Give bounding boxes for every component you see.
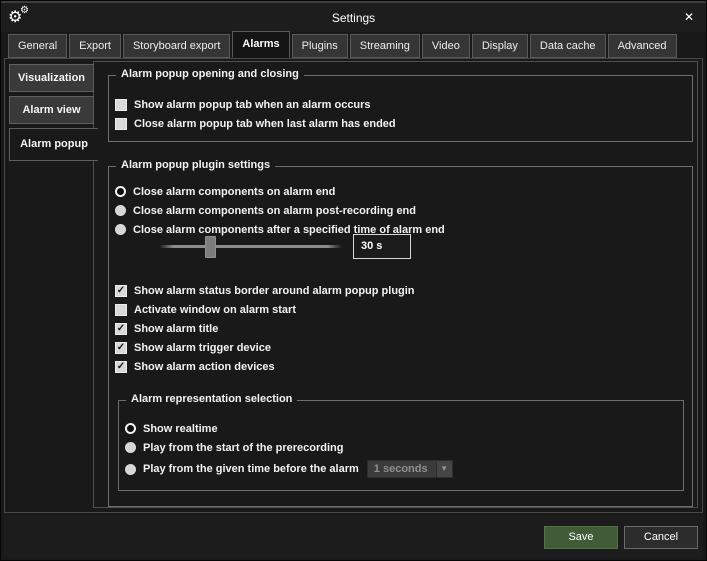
tab-alarms[interactable]: Alarms: [232, 31, 289, 58]
group-alarm-representation-selection: Alarm representation selection Show real…: [118, 400, 684, 491]
title-bar: ⚙ ⚙ Settings ✕: [1, 1, 706, 32]
tab-display[interactable]: Display: [472, 34, 528, 58]
close-icon[interactable]: ✕: [682, 10, 696, 24]
checkbox-label: Show alarm title: [134, 323, 218, 335]
checkbox-show-alarm-trigger-device[interactable]: ✓: [115, 342, 127, 354]
tab-storyboard-export[interactable]: Storyboard export: [123, 34, 230, 58]
checkbox-row: ✓ Show alarm status border around alarm …: [115, 284, 415, 297]
sidebar: Visualization Alarm view Alarm popup: [9, 64, 95, 165]
checkbox-label: Show alarm popup tab when an alarm occur…: [134, 99, 371, 111]
radio-row: Play from the given time before the alar…: [125, 460, 453, 478]
radio-label: Show realtime: [143, 423, 218, 435]
tab-plugins[interactable]: Plugins: [292, 34, 348, 58]
checkmark-icon: ✓: [116, 343, 126, 353]
chevron-down-icon[interactable]: ▼: [437, 460, 453, 478]
radio-close-on-alarm-end[interactable]: [115, 186, 126, 197]
checkbox-show-alarm-action-devices[interactable]: ✓: [115, 361, 127, 373]
radio-label: Close alarm components on alarm post-rec…: [133, 205, 416, 217]
checkmark-icon: ✓: [116, 324, 126, 334]
time-before-alarm-dropdown[interactable]: 1 seconds ▼: [367, 460, 453, 478]
checkbox-close-alarm-popup-tab[interactable]: ✓: [115, 118, 127, 130]
checkbox-row: ✓ Show alarm title: [115, 322, 415, 335]
checkbox-label: Show alarm trigger device: [134, 342, 271, 354]
dropdown-value: 1 seconds: [367, 460, 437, 478]
radio-row: Show realtime: [125, 422, 453, 435]
checkbox-show-alarm-title[interactable]: ✓: [115, 323, 127, 335]
tab-general[interactable]: General: [8, 34, 67, 58]
sidebar-item-alarm-popup[interactable]: Alarm popup: [9, 128, 98, 161]
cancel-button[interactable]: Cancel: [624, 526, 698, 549]
radio-close-on-post-recording-end[interactable]: [115, 205, 126, 216]
checkbox-row: ✓ Show alarm action devices: [115, 360, 415, 373]
alarms-page: Visualization Alarm view Alarm popup Ala…: [4, 58, 703, 513]
checkbox-list: ✓ Show alarm popup tab when an alarm occ…: [115, 98, 396, 136]
radio-label: Close alarm components on alarm end: [133, 186, 335, 198]
radio-list: Show realtime Play from the start of the…: [125, 422, 453, 484]
group-title: Alarm popup opening and closing: [116, 68, 304, 80]
checkbox-show-alarm-status-border[interactable]: ✓: [115, 285, 127, 297]
checkbox-show-alarm-popup-tab[interactable]: ✓: [115, 99, 127, 111]
window-title: Settings: [1, 11, 706, 25]
settings-window: ⚙ ⚙ Settings ✕ General Export Storyboard…: [0, 0, 707, 561]
checkbox-label: Activate window on alarm start: [134, 304, 296, 316]
checkbox-label: Show alarm action devices: [134, 361, 275, 373]
radio-play-from-given-time[interactable]: [125, 464, 136, 475]
save-button[interactable]: Save: [544, 526, 618, 549]
group-title: Alarm representation selection: [126, 393, 297, 405]
radio-play-from-prerecording-start[interactable]: [125, 442, 136, 453]
radio-row: Close alarm components on alarm end: [115, 185, 445, 198]
time-slider[interactable]: [159, 245, 342, 248]
alarm-popup-panel: Alarm popup opening and closing ✓ Show a…: [93, 61, 698, 508]
group-title: Alarm popup plugin settings: [116, 159, 275, 171]
time-value-input[interactable]: 30 s: [353, 234, 411, 259]
sidebar-item-alarm-view[interactable]: Alarm view: [9, 96, 94, 124]
group-alarm-popup-opening-closing: Alarm popup opening and closing ✓ Show a…: [108, 75, 693, 142]
sidebar-item-visualization[interactable]: Visualization: [9, 64, 94, 92]
checkbox-row: ✓ Show alarm trigger device: [115, 341, 415, 354]
tab-export[interactable]: Export: [69, 34, 121, 58]
checkbox-row: ✓ Close alarm popup tab when last alarm …: [115, 117, 396, 130]
slider-handle[interactable]: [205, 236, 216, 258]
radio-label: Play from the given time before the alar…: [143, 463, 359, 475]
time-slider-row: 30 s: [159, 233, 411, 259]
checkmark-icon: ✓: [116, 286, 126, 296]
tab-bar: General Export Storyboard export Alarms …: [8, 32, 702, 58]
radio-label: Play from the start of the prerecording: [143, 442, 343, 454]
tab-advanced[interactable]: Advanced: [608, 34, 677, 58]
checkmark-icon: ✓: [116, 362, 126, 372]
checkbox-label: Show alarm status border around alarm po…: [134, 285, 415, 297]
tab-video[interactable]: Video: [422, 34, 470, 58]
checkbox-row: ✓ Show alarm popup tab when an alarm occ…: [115, 98, 396, 111]
tab-data-cache[interactable]: Data cache: [530, 34, 606, 58]
radio-close-after-specified-time[interactable]: [115, 224, 126, 235]
checkbox-activate-window[interactable]: ✓: [115, 304, 127, 316]
group-alarm-popup-plugin-settings: Alarm popup plugin settings Close alarm …: [108, 166, 693, 507]
checkbox-row: ✓ Activate window on alarm start: [115, 303, 415, 316]
radio-show-realtime[interactable]: [125, 423, 136, 434]
checkbox-label: Close alarm popup tab when last alarm ha…: [134, 118, 396, 130]
checkbox-list: ✓ Show alarm status border around alarm …: [115, 284, 415, 379]
radio-row: Close alarm components on alarm post-rec…: [115, 204, 445, 217]
tab-streaming[interactable]: Streaming: [350, 34, 420, 58]
radio-row: Play from the start of the prerecording: [125, 441, 453, 454]
footer-bar: Save Cancel: [4, 515, 703, 557]
